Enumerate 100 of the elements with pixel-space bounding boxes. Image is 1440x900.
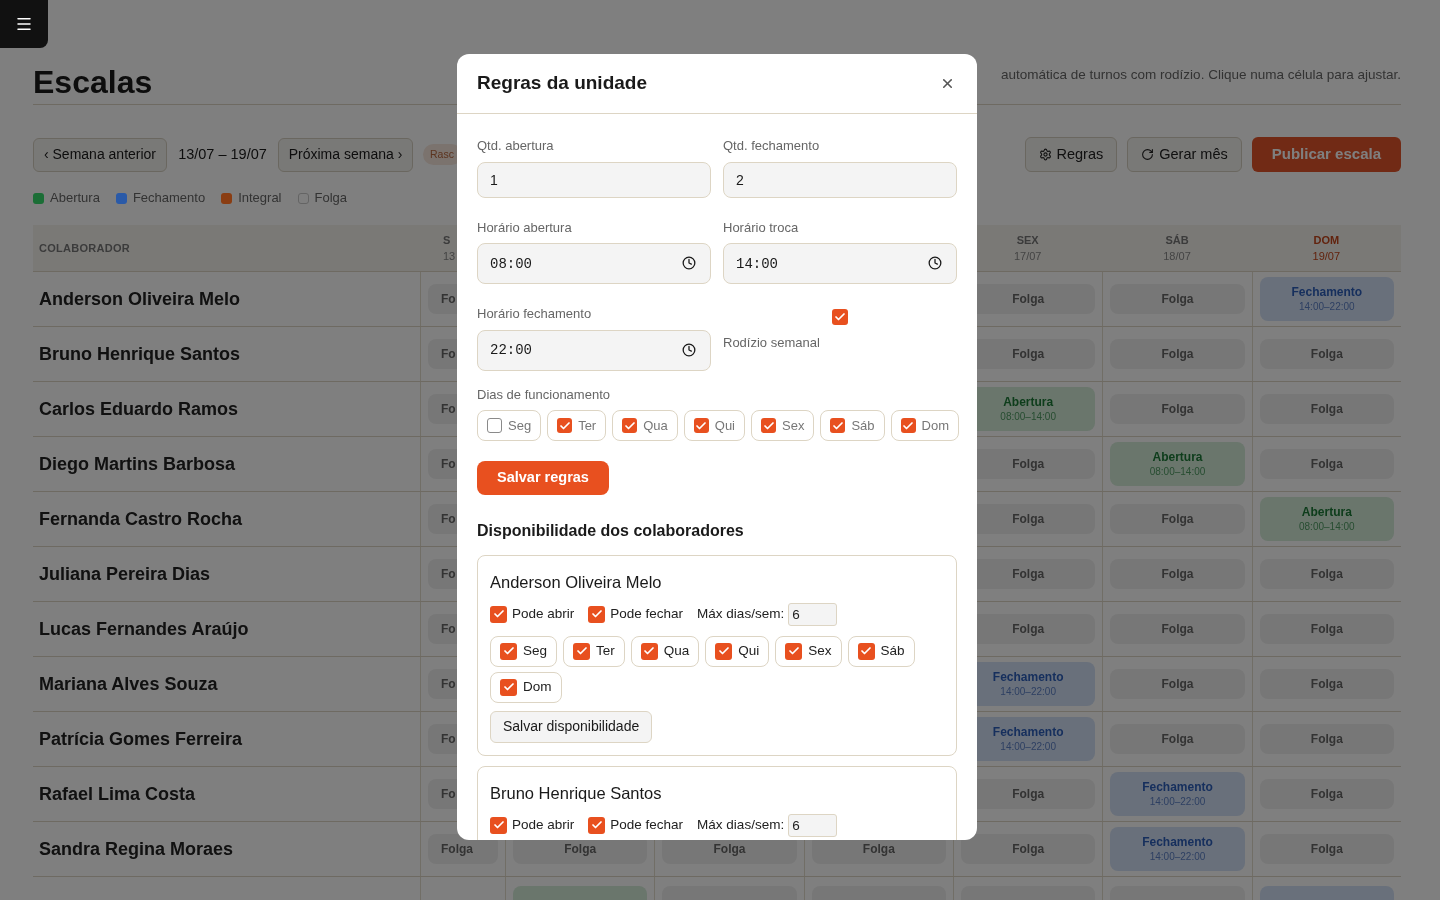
shift-cell[interactable]: Folga: [1110, 559, 1245, 589]
shift-cell[interactable]: Fechamento 14:00–22:00: [1259, 277, 1394, 321]
checkbox[interactable]: [557, 418, 573, 433]
rules-button[interactable]: Regras: [1024, 137, 1118, 172]
day-header: SEX: [1016, 233, 1039, 248]
checkbox-label: Pode fechar: [610, 605, 684, 624]
checkbox[interactable]: [588, 605, 606, 623]
day-chip[interactable]: Qui: [683, 410, 745, 441]
day-chip[interactable]: Ter: [547, 410, 607, 441]
time-field[interactable]: 08:00: [477, 243, 711, 284]
checkbox[interactable]: [761, 418, 776, 433]
checkbox[interactable]: [900, 418, 916, 433]
checkbox[interactable]: [830, 418, 846, 433]
check-icon: [902, 419, 915, 432]
shift-cell[interactable]: Fechamento 14:00–22:00: [1110, 772, 1245, 816]
shift-cell[interactable]: Folga: [1259, 559, 1394, 589]
menu-icon: [15, 15, 33, 33]
day-chip[interactable]: Seg: [490, 635, 558, 667]
shift-cell[interactable]: Abertura 08:00–14:00: [1110, 442, 1245, 486]
day-chip[interactable]: Qua: [630, 635, 700, 667]
checkbox[interactable]: [573, 642, 591, 660]
employee-name: Anderson Oliveira Melo: [490, 572, 663, 593]
field-label: Qtd. fechamento: [723, 137, 821, 155]
checkbox[interactable]: [832, 309, 848, 325]
shift-cell[interactable]: Folga: [1259, 669, 1394, 699]
shift-cell[interactable]: Folga: [961, 834, 1096, 864]
checkbox-label: Pode abrir: [512, 605, 575, 624]
day-header: DOM: [1313, 233, 1340, 248]
check-icon: [834, 311, 846, 323]
shift-cell[interactable]: Folga: [1110, 669, 1245, 699]
max-days-field[interactable]: 6: [788, 813, 838, 837]
day-chip[interactable]: Seg: [477, 410, 542, 441]
checkbox[interactable]: [622, 418, 638, 433]
save-availability-button[interactable]: Salvar disponibilidade: [490, 710, 653, 743]
day-chip[interactable]: Sáb: [847, 635, 915, 667]
day-chip[interactable]: Qua: [612, 410, 678, 441]
check-icon: [558, 419, 571, 432]
shift-cell[interactable]: Abertura 08:00–14:00: [1259, 497, 1394, 541]
day-chip[interactable]: Dom: [890, 410, 959, 441]
shift-cell[interactable]: Folga: [1110, 339, 1245, 369]
checkbox[interactable]: [500, 678, 517, 696]
shift-cell[interactable]: Folga: [428, 834, 498, 864]
day-header: SÁB: [1165, 233, 1189, 248]
shift-cell[interactable]: Folga: [1259, 724, 1394, 754]
time-field[interactable]: 14:00: [723, 243, 957, 284]
shift-cell[interactable]: Folga: [1110, 284, 1245, 314]
shift-cell[interactable]: Folga: [1110, 614, 1245, 644]
shift-cell[interactable]: Folga: [1259, 779, 1394, 809]
check-icon: [623, 419, 636, 432]
next-week-button[interactable]: Próxima semana ›: [278, 137, 413, 172]
shift-cell[interactable]: Folga: [1110, 504, 1245, 534]
page-title: Escalas: [33, 66, 153, 98]
previous-week-button[interactable]: ‹ Semana anterior: [33, 137, 167, 172]
number-field[interactable]: 2: [723, 161, 957, 198]
shift-cell[interactable]: Fechamento 14:00–22:00: [1110, 827, 1245, 871]
section-title: Disponibilidade dos colaboradores: [477, 521, 745, 541]
checkbox[interactable]: [500, 642, 517, 660]
shift-cell[interactable]: Folga: [1259, 834, 1394, 864]
day-chip[interactable]: Sex: [775, 635, 842, 667]
day-chip[interactable]: Sex: [751, 410, 815, 441]
field-label: Rodízio semanal: [723, 334, 821, 352]
max-days-field[interactable]: 6: [788, 602, 838, 626]
field-label: Horário troca: [723, 218, 800, 237]
field-label: Máx dias/sem:: [697, 605, 785, 624]
checkbox[interactable]: [857, 642, 875, 660]
day-chip[interactable]: Sáb: [820, 410, 885, 441]
checkbox[interactable]: [487, 418, 502, 433]
checkbox[interactable]: [640, 642, 658, 660]
section-label: Dias de funcionamento: [477, 385, 611, 404]
field-label: Qtd. abertura: [477, 137, 555, 155]
shift-cell[interactable]: Folga: [1259, 339, 1394, 369]
shift-cell[interactable]: Folga: [1259, 449, 1394, 479]
time-field[interactable]: 22:00: [477, 329, 711, 371]
employee-name: Sandra Regina Moraes: [39, 837, 234, 861]
checkbox[interactable]: [715, 642, 733, 660]
employee-name: Bruno Henrique Santos: [39, 342, 240, 366]
checkbox[interactable]: [490, 816, 507, 834]
day-chip[interactable]: Ter: [563, 635, 625, 667]
checkbox[interactable]: [588, 816, 606, 834]
publish-button[interactable]: Publicar escala: [1251, 137, 1401, 172]
shift-cell[interactable]: Folga: [1259, 614, 1394, 644]
field-label: Máx dias/sem:: [697, 815, 785, 834]
checkbox[interactable]: [693, 418, 709, 433]
save-rules-button[interactable]: Salvar regras: [477, 461, 609, 495]
number-field[interactable]: 1: [477, 161, 711, 198]
generate-button[interactable]: Gerar mês: [1127, 137, 1242, 172]
day-header: S: [443, 233, 451, 248]
field-label: Horário fechamento: [477, 305, 593, 323]
checkbox-label: Pode fechar: [610, 815, 684, 834]
shift-cell[interactable]: Folga: [1110, 724, 1245, 754]
employee-name: Carlos Eduardo Ramos: [39, 397, 239, 421]
employee-name: Juliana Pereira Dias: [39, 562, 211, 586]
shift-cell[interactable]: Folga: [1259, 394, 1394, 424]
day-chip[interactable]: Dom: [490, 671, 562, 703]
day-chip[interactable]: Qui: [705, 635, 770, 667]
checkbox[interactable]: [490, 605, 507, 623]
field-label: Horário abertura: [477, 218, 573, 237]
checkbox[interactable]: [785, 642, 803, 660]
shift-cell[interactable]: Folga: [1110, 394, 1245, 424]
menu-button[interactable]: [0, 0, 48, 48]
